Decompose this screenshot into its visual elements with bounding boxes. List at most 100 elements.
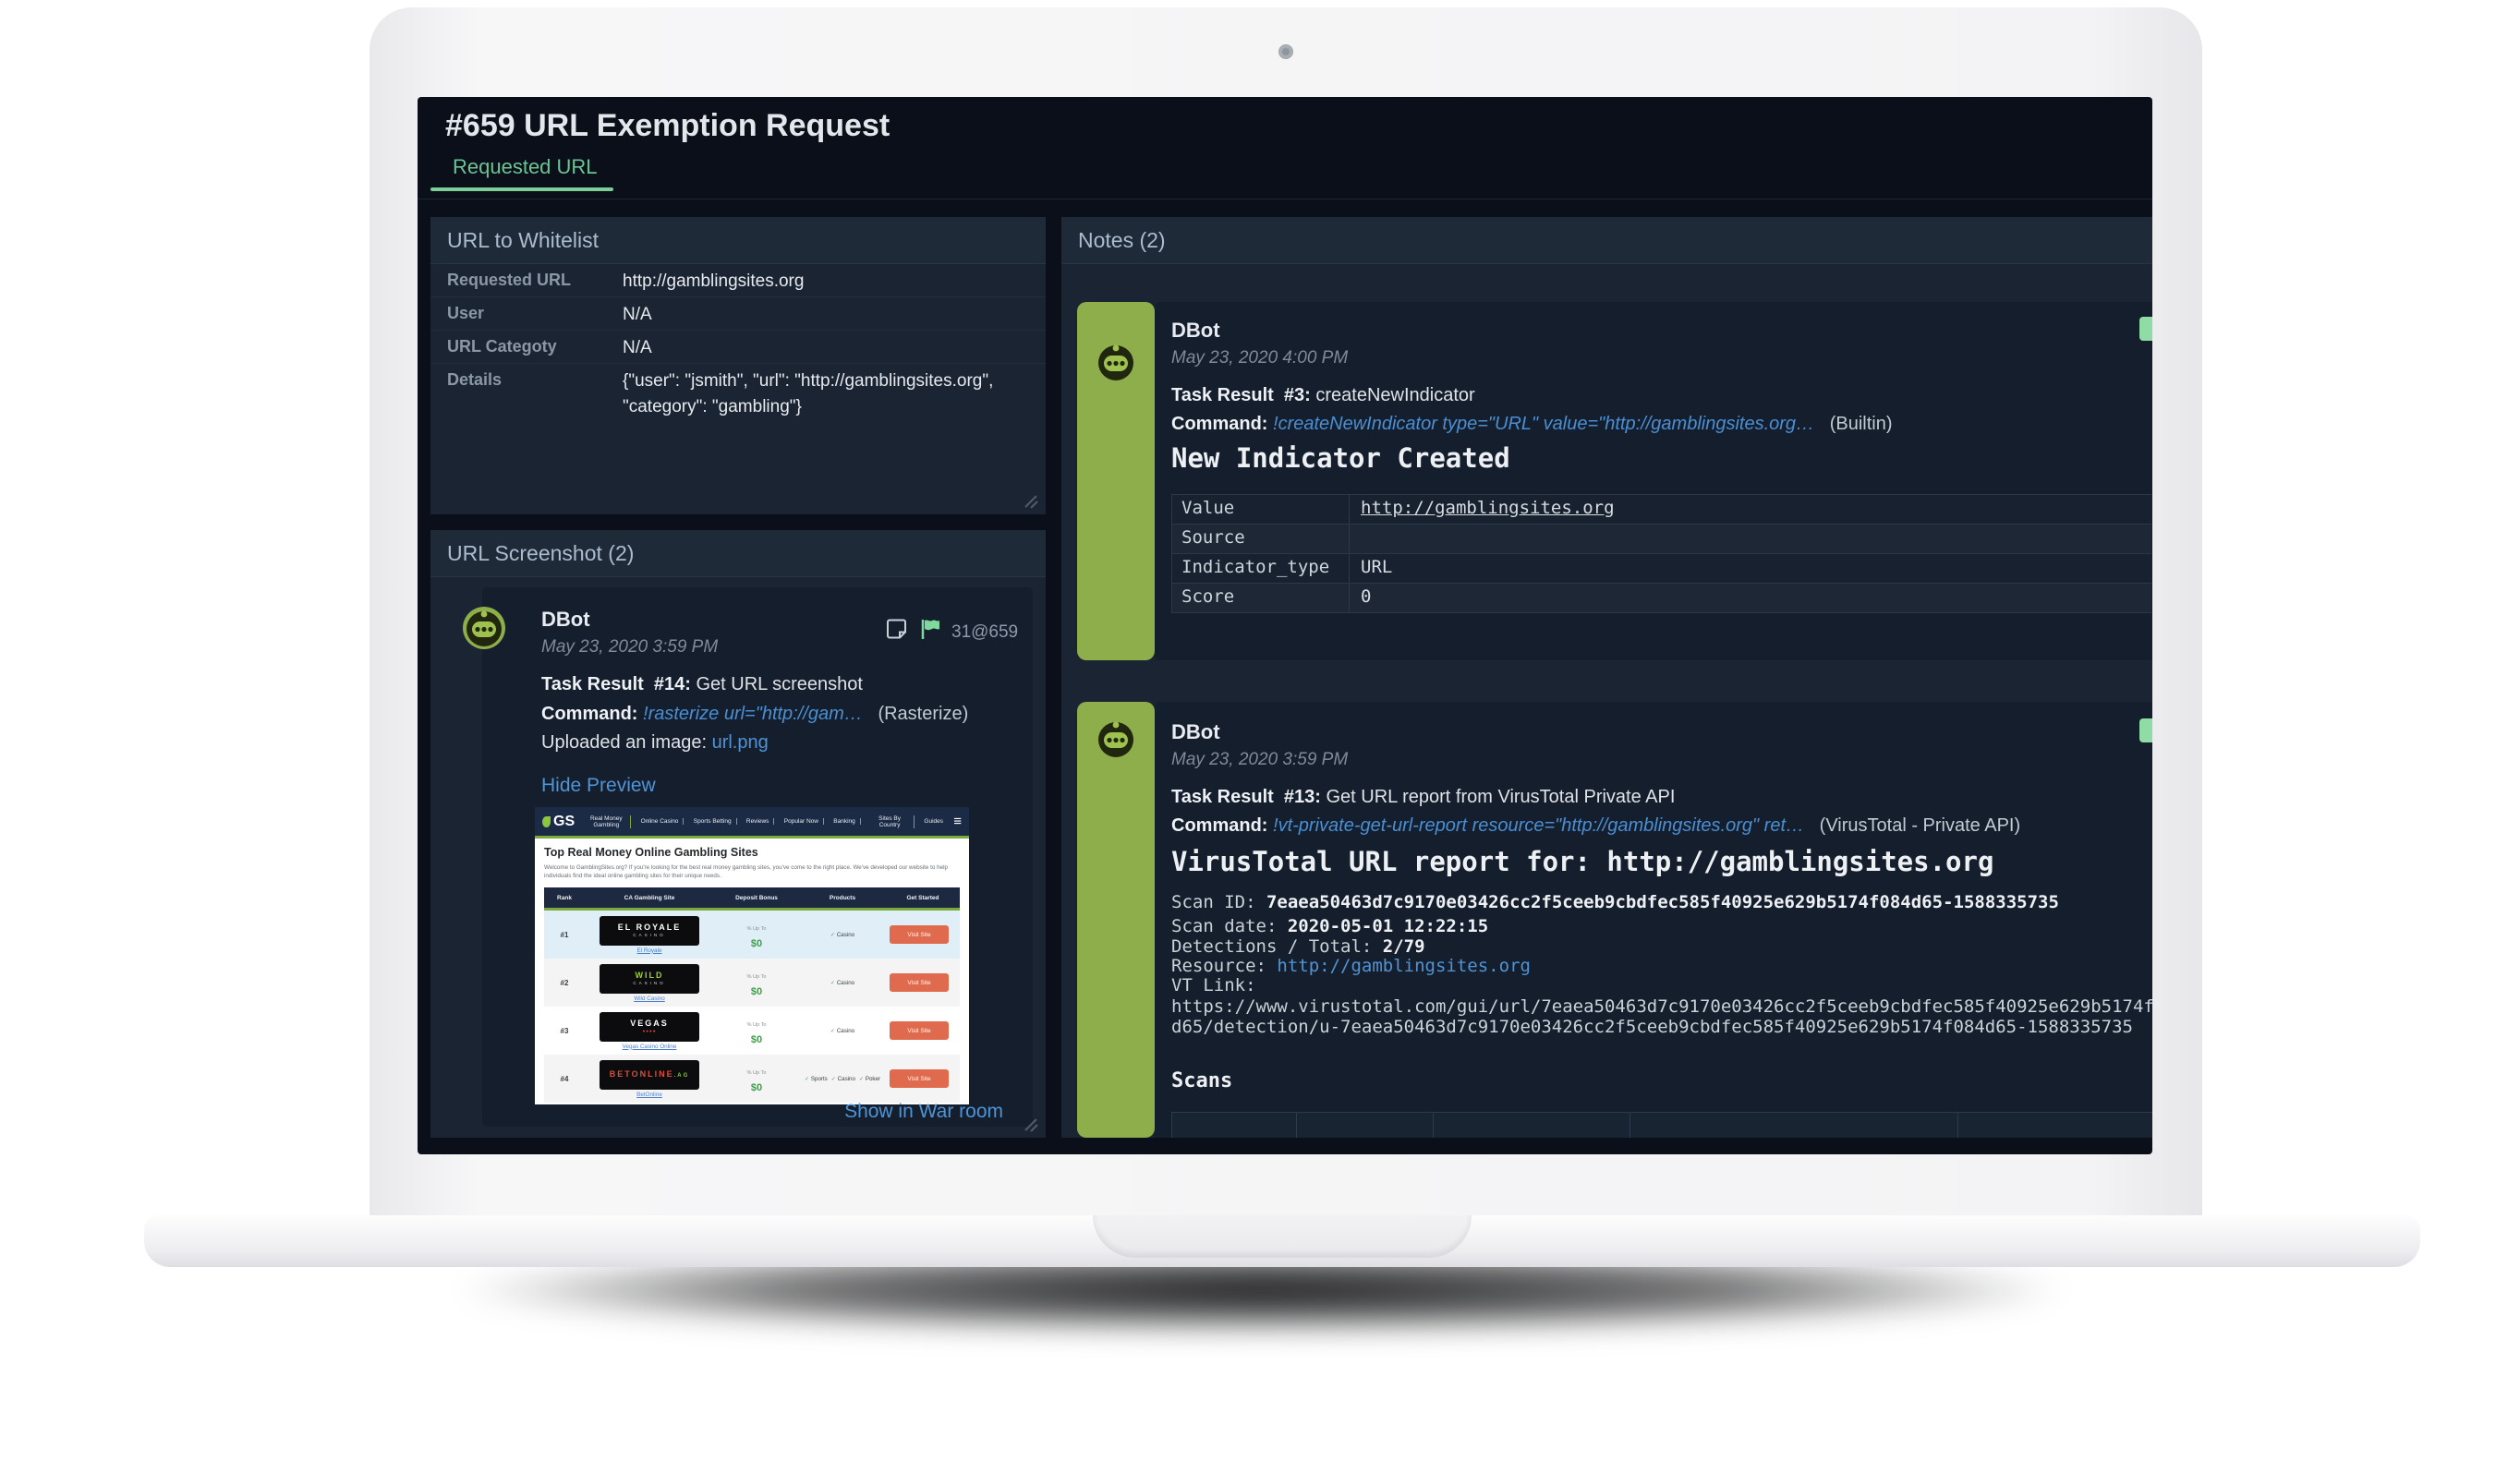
scans-cell xyxy=(1630,1112,1959,1138)
page: #659 URL Exemption Request Requested URL… xyxy=(0,0,2520,1472)
task-name: Get URL report from VirusTotal Private A… xyxy=(1327,787,1676,807)
entry-author: DBot xyxy=(1171,720,1220,744)
field-row: User N/A xyxy=(430,296,1046,331)
task-number: #3: xyxy=(1284,385,1311,405)
preview-nav-item: Real Money Gambling xyxy=(587,815,631,828)
resize-handle-icon[interactable] xyxy=(1022,1116,1038,1132)
incident-title: #659 URL Exemption Request xyxy=(445,108,890,144)
panel-url-to-whitelist: URL to Whitelist Requested URL http://ga… xyxy=(430,217,1046,514)
field-value: http://gamblingsites.org xyxy=(623,269,1029,295)
preview-site-nav: GS Real Money Gambling Online Casino Spo… xyxy=(535,807,969,839)
preview-nav-item: Popular Now xyxy=(784,818,824,825)
url-preview-image: GS Real Money Gambling Online Casino Spo… xyxy=(535,807,969,1104)
note-entry: DBot May 23, 2020 3:59 PM Task Result #1… xyxy=(1155,702,2152,1138)
entry-author: DBot xyxy=(1171,319,1220,343)
vt-link-line1[interactable]: https://www.virustotal.com/gui/url/7eaea… xyxy=(1171,996,2152,1017)
entry-timestamp: May 23, 2020 3:59 PM xyxy=(1171,750,1348,770)
hamburger-icon: ≡ xyxy=(953,817,962,826)
panel-url-screenshot: URL Screenshot (2) DBot May 23, 2020 3:5… xyxy=(430,530,1046,1138)
command-text[interactable]: !createNewIndicator type="URL" value="ht… xyxy=(1273,414,1814,434)
vt-link-line2[interactable]: d65/detection/u-7eaea50463d7c9170e03426c… xyxy=(1171,1017,2133,1037)
command-line: Command: !createNewIndicator type="URL" … xyxy=(1171,414,1893,435)
scan-id-line: Scan ID: 7eaea50463d7c9170e03426cc2f5cee… xyxy=(1171,892,2059,912)
webcam-dot xyxy=(1278,44,1293,59)
pin-marker-icon[interactable] xyxy=(2139,718,2152,742)
leaf-icon xyxy=(542,816,551,827)
field-value: N/A xyxy=(623,302,1029,328)
scans-heading: Scans xyxy=(1171,1069,1232,1092)
field-label: Requested URL xyxy=(447,271,571,290)
note-icon[interactable] xyxy=(885,617,909,646)
task-result-line: Task Result #13: Get URL report from Vir… xyxy=(1171,787,1675,808)
scans-table-stub xyxy=(1171,1112,2152,1138)
field-value: {"user": "jsmith", "url": "http://gambli… xyxy=(623,368,1029,420)
preview-col: Rank xyxy=(544,895,585,901)
field-row: URL Categoty N/A xyxy=(430,330,1046,364)
command-label: Command: xyxy=(1171,815,1267,836)
preview-table: Rank CA Gambling Site Deposit Bonus Prod… xyxy=(544,887,960,1104)
note-entry: DBot May 23, 2020 4:00 PM Task Result #3… xyxy=(1155,302,2152,660)
scans-cell xyxy=(1434,1112,1630,1138)
show-in-war-room-link[interactable]: Show in War room xyxy=(844,1101,1003,1123)
task-result-label: Task Result xyxy=(1171,787,1274,807)
uploaded-file-link[interactable]: url.png xyxy=(712,732,769,753)
scan-id-value: 7eaea50463d7c9170e03426cc2f5ceeb9cbdfec5… xyxy=(1266,892,2059,912)
pin-marker-icon[interactable] xyxy=(2139,317,2152,341)
command-text[interactable]: !vt-private-get-url-report resource="htt… xyxy=(1273,815,1804,836)
resize-handle-icon[interactable] xyxy=(1022,492,1038,509)
table-key: Indicator_type xyxy=(1172,554,1350,583)
integration-name: (VirusTotal - Private API) xyxy=(1820,815,2020,836)
field-label: URL Categoty xyxy=(447,337,557,356)
indicator-table: Value http://gamblingsites.org Source In… xyxy=(1171,494,2151,613)
table-key: Source xyxy=(1172,525,1350,553)
command-line: Command: !vt-private-get-url-report reso… xyxy=(1171,815,2020,837)
table-row: Score 0 xyxy=(1172,584,2151,613)
result-heading: New Indicator Created xyxy=(1171,442,1510,474)
panel-title: URL to Whitelist xyxy=(430,217,1046,264)
table-row: Indicator_type URL xyxy=(1172,554,2151,584)
table-value[interactable]: http://gamblingsites.org xyxy=(1350,495,2151,524)
entry-id-badge: 31@659 xyxy=(951,622,1018,643)
dbot-avatar xyxy=(1094,717,1138,761)
table-row: Source xyxy=(1172,525,2151,554)
field-row: Requested URL http://gamblingsites.org xyxy=(430,263,1046,297)
flag-icon[interactable] xyxy=(918,617,942,646)
hide-preview-link[interactable]: Hide Preview xyxy=(541,775,656,797)
preview-col: CA Gambling Site xyxy=(585,895,714,901)
upload-label: Uploaded an image: xyxy=(541,732,707,753)
detections-value: 2/79 xyxy=(1383,936,1425,957)
preview-row: #3 VEGAS●●●● Vegas Casino Online % Up To… xyxy=(544,1007,960,1055)
laptop-notch xyxy=(1093,1215,1472,1258)
preview-nav-item: Banking xyxy=(833,818,861,825)
preview-row: #4 BETONLINE.AG BetOnline % Up To$0 Spor… xyxy=(544,1055,960,1103)
panel-title: Notes (2) xyxy=(1061,217,2152,264)
task-result-label: Task Result xyxy=(541,674,644,694)
scans-cell xyxy=(1958,1112,2152,1138)
task-result-line: Task Result #3: createNewIndicator xyxy=(1171,385,1475,406)
preview-row: #1 EL ROYALECASINO El Royale % Up To$0 C… xyxy=(544,911,960,959)
table-key: Value xyxy=(1172,495,1350,524)
table-key: Score xyxy=(1172,584,1350,612)
preview-heading: Top Real Money Online Gambling Sites xyxy=(544,846,960,859)
vt-link-label: VT Link: xyxy=(1171,975,1256,995)
table-row: Value http://gamblingsites.org xyxy=(1172,495,2151,525)
task-name: Get URL screenshot xyxy=(697,674,863,694)
task-number: #13: xyxy=(1284,787,1321,807)
preview-nav-item: Sports Betting xyxy=(694,818,737,825)
table-value: 0 xyxy=(1350,584,2151,612)
command-text[interactable]: !rasterize url="http://gam… xyxy=(643,704,863,724)
entry-accent-bar xyxy=(1077,702,1155,1138)
war-room-entry: DBot May 23, 2020 3:59 PM 31@659 xyxy=(482,587,1033,1127)
table-value: URL xyxy=(1350,554,2151,583)
task-result-label: Task Result xyxy=(1171,385,1274,405)
integration-name: (Builtin) xyxy=(1830,414,1893,434)
dbot-avatar xyxy=(462,606,506,650)
resource-link[interactable]: http://gamblingsites.org xyxy=(1277,956,1531,976)
field-row: Details {"user": "jsmith", "url": "http:… xyxy=(430,363,1046,474)
preview-col: Get Started xyxy=(886,895,960,901)
tab-requested-url[interactable]: Requested URL xyxy=(453,155,598,179)
preview-intro: Welcome to GamblingSites.org? If you're … xyxy=(544,863,951,880)
field-label: Details xyxy=(447,370,502,390)
preview-col: Products xyxy=(799,895,886,901)
preview-nav-item: Reviews xyxy=(746,818,775,825)
